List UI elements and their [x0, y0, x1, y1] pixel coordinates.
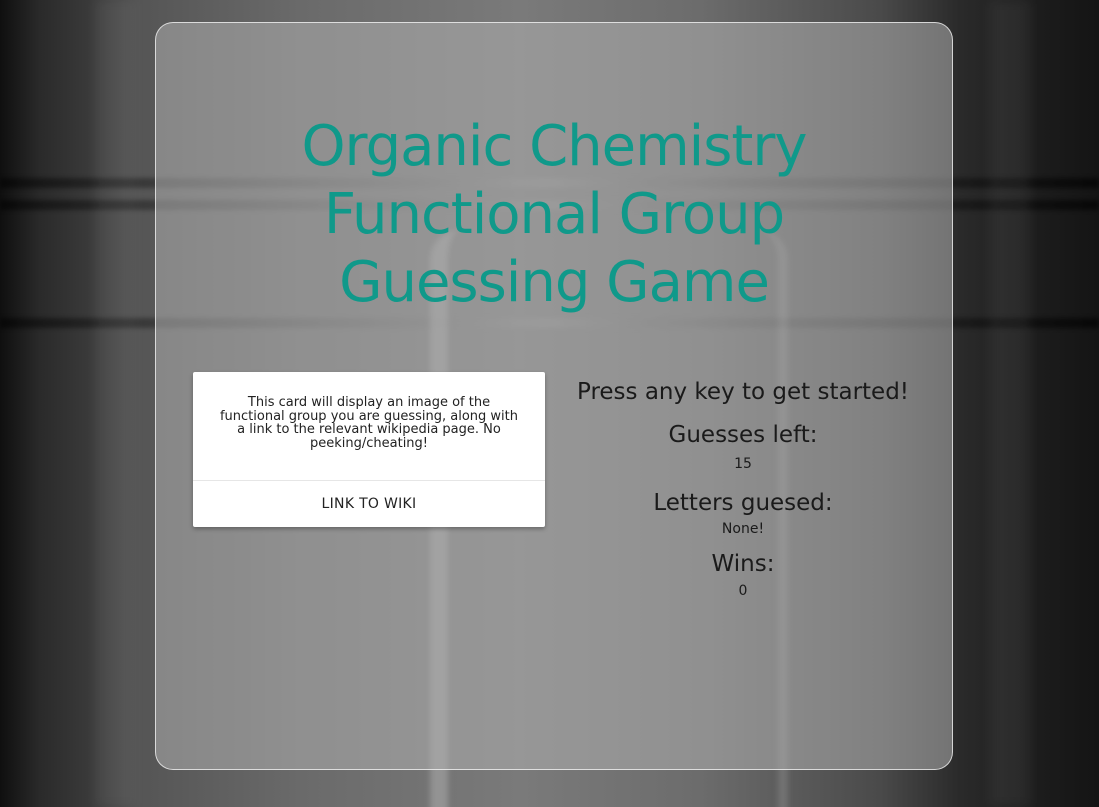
- guesses-left-value: 15: [734, 456, 752, 472]
- functional-group-card: This card will display an image of the f…: [193, 372, 545, 527]
- title-line-2: Functional Group: [323, 182, 785, 247]
- link-to-wiki-button[interactable]: LINK TO WIKI: [193, 496, 545, 512]
- title-line-1: Organic Chemistry: [301, 114, 807, 179]
- card-description: This card will display an image of the f…: [219, 395, 519, 451]
- title-line-3: Guessing Game: [339, 250, 770, 315]
- wins-value: 0: [738, 583, 748, 599]
- guesses-left-label: Guesses left:: [668, 422, 818, 448]
- wins-label: Wins:: [711, 551, 775, 577]
- game-panel: Organic Chemistry Functional Group Guess…: [155, 22, 953, 770]
- start-prompt: Press any key to get started!: [576, 379, 910, 405]
- card-divider: [193, 480, 545, 481]
- page-title: Organic Chemistry Functional Group Guess…: [156, 113, 952, 317]
- letters-guessed-value: None!: [721, 521, 765, 537]
- letters-guessed-label: Letters guesed:: [653, 490, 833, 516]
- game-stats: Press any key to get started! Guesses le…: [561, 377, 925, 600]
